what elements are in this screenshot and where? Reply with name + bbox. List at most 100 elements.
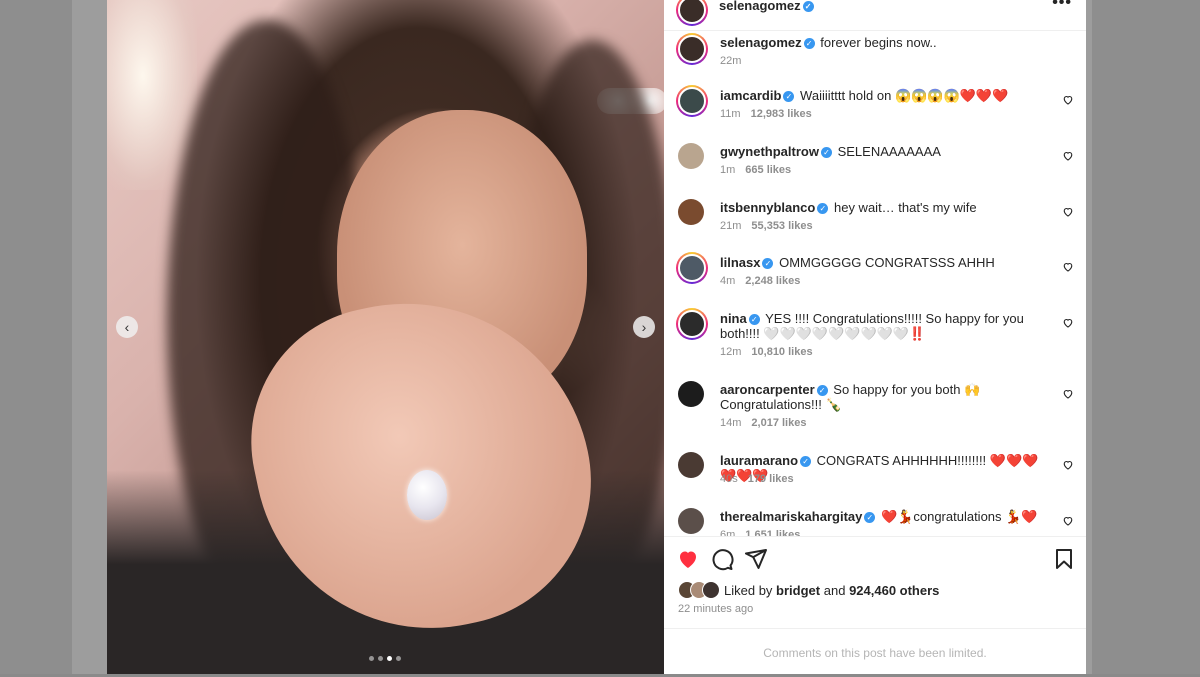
commenter-username[interactable]: aaroncarpenter <box>720 382 815 397</box>
caption-avatar[interactable] <box>676 33 708 65</box>
comment-likes[interactable]: 2,017 likes <box>751 417 806 429</box>
author-avatar[interactable] <box>676 0 708 26</box>
commenter-avatar-image <box>678 452 704 478</box>
commenter-username[interactable]: therealmariskahargitay <box>720 509 862 524</box>
share-icon[interactable] <box>744 547 768 571</box>
verified-badge-icon: ✓ <box>803 38 815 49</box>
author-username-header[interactable]: selenagomez ✓ <box>719 0 816 13</box>
liker-avatar <box>702 581 720 599</box>
verified-badge-icon: ✓ <box>783 91 795 102</box>
comment-like-heart-icon[interactable] <box>1062 150 1074 162</box>
verified-badge-icon: ✓ <box>817 203 829 214</box>
caption-avatar-image <box>678 35 706 63</box>
comment-body: OMMGGGGG CONGRATSSS AHHH <box>779 255 995 270</box>
comment-icon[interactable] <box>710 547 734 571</box>
comment-time[interactable]: 14m <box>720 417 741 429</box>
verified-badge-icon: ✓ <box>762 258 774 269</box>
commenter-username[interactable]: iamcardib <box>720 88 781 103</box>
slide-dot <box>378 656 383 661</box>
comment-text: iamcardib ✓ Waiiiitttt hold on 😱😱😱😱❤️❤️❤️ <box>720 88 1050 103</box>
post-side-panel: selenagomez ✓ ••• selenagomez ✓ forever be… <box>664 0 1086 674</box>
commenter-avatar[interactable] <box>678 199 704 225</box>
comment-like-heart-icon[interactable] <box>1062 94 1074 106</box>
comment-likes[interactable]: 2,248 likes <box>745 275 800 287</box>
commenter-avatar-image <box>678 143 704 169</box>
commenter-avatar[interactable] <box>676 308 708 340</box>
bookmark-icon[interactable] <box>1052 547 1076 571</box>
liked-by-label: Liked by <box>724 582 773 598</box>
comment-like-heart-icon[interactable] <box>1062 317 1074 329</box>
liked-by-user[interactable]: bridget <box>776 583 820 598</box>
comment-like-heart-icon[interactable] <box>1062 388 1074 400</box>
commenter-avatar[interactable] <box>678 508 704 534</box>
comment-body: Waiiiitttt hold on 😱😱😱😱❤️❤️❤️ <box>800 88 1009 103</box>
verified-badge-icon: ✓ <box>800 456 812 467</box>
comment-like-heart-icon[interactable] <box>1062 515 1074 527</box>
comment-like-heart-icon[interactable] <box>1062 459 1074 471</box>
comment-time[interactable]: 4m <box>720 275 735 287</box>
comment-text: nina ✓ YES !!!! Congratulations!!!!! So h… <box>720 311 1050 341</box>
verified-badge-icon: ✓ <box>748 314 760 325</box>
commenter-username[interactable]: lauramarano <box>720 453 798 468</box>
commenter-username[interactable]: nina <box>720 311 747 326</box>
author-username-text[interactable]: selenagomez <box>719 0 801 13</box>
author-avatar-image <box>678 0 706 24</box>
caption-body: forever begins now.. <box>820 35 937 50</box>
next-slide-button[interactable]: › <box>633 316 655 338</box>
verified-badge-icon: ✓ <box>816 385 828 396</box>
previous-slide-button[interactable]: ‹ <box>116 316 138 338</box>
commenter-username[interactable]: itsbennyblanco <box>720 200 815 215</box>
comment-likes[interactable]: 665 likes <box>745 164 791 176</box>
comment-like-heart-icon[interactable] <box>1062 261 1074 273</box>
comment-time[interactable]: 11m <box>720 108 741 120</box>
commenter-avatar-image <box>678 310 706 338</box>
commenter-username[interactable]: gwynethpaltrow <box>720 144 819 159</box>
comment-likes[interactable]: 55,353 likes <box>751 220 812 232</box>
commenter-avatar-image <box>678 508 704 534</box>
comment-time[interactable]: 40s <box>720 473 738 485</box>
comment-meta: 40s 179 likes <box>720 473 794 485</box>
comment-likes[interactable]: 10,810 likes <box>751 346 812 358</box>
comments-list[interactable]: selenagomez ✓ forever begins now.. 22m ia… <box>664 30 1086 536</box>
liked-others-count[interactable]: 924,460 others <box>849 583 939 598</box>
comment-body: YES !!!! Congratulations!!!!! So happy f… <box>720 311 1024 341</box>
comment-time[interactable]: 21m <box>720 220 741 232</box>
commenter-avatar[interactable] <box>678 143 704 169</box>
comment-like-heart-icon[interactable] <box>1062 206 1074 218</box>
commenter-avatar[interactable] <box>678 452 704 478</box>
comment-likes[interactable]: 179 likes <box>748 473 794 485</box>
commenter-avatar[interactable] <box>676 252 708 284</box>
comment-meta: 4m 2,248 likes <box>720 275 800 287</box>
slide-dot <box>396 656 401 661</box>
heart-icon[interactable] <box>676 547 700 571</box>
comment-time[interactable]: 12m <box>720 346 741 358</box>
commenter-username[interactable]: lilnasx <box>720 255 760 270</box>
caption-time[interactable]: 22m <box>720 55 741 67</box>
comment-text: itsbennyblanco ✓ hey wait… that's my wife <box>720 200 1050 215</box>
comment-meta: 11m 12,983 likes <box>720 108 812 120</box>
slide-dot-active <box>387 656 392 661</box>
caption-username[interactable]: selenagomez <box>720 35 802 50</box>
comment-time[interactable]: 6m <box>720 529 735 536</box>
photo-engagement-ring <box>407 470 447 520</box>
post-time-ago[interactable]: 22 minutes ago <box>678 603 753 615</box>
commenter-avatar-image <box>678 254 706 282</box>
comment-text: therealmariskahargitay ✓ ❤️💃congratulatio… <box>720 509 1050 524</box>
verified-badge-icon: ✓ <box>864 512 876 523</box>
likes-summary: Liked by bridget and 924,460 others <box>678 581 939 599</box>
comment-text: aaroncarpenter ✓ So happy for you both 🙌 … <box>720 382 1050 412</box>
comment-likes[interactable]: 1,651 likes <box>745 529 800 536</box>
comment-meta: 21m 55,353 likes <box>720 220 813 232</box>
commenter-avatar[interactable] <box>676 85 708 117</box>
caption-text: selenagomez ✓ forever begins now.. <box>720 35 1050 50</box>
comments-limited-notice: Comments on this post have been limited. <box>664 628 1086 675</box>
more-options-icon[interactable]: ••• <box>1052 0 1072 12</box>
liked-and-label: and <box>823 582 846 598</box>
post-header: selenagomez ✓ ••• <box>664 0 1086 31</box>
comment-text: gwynethpaltrow ✓ SELENAAAAAAA <box>720 144 1050 159</box>
likers-avatars[interactable] <box>678 581 722 599</box>
comment-time[interactable]: 1m <box>720 164 735 176</box>
commenter-avatar[interactable] <box>678 381 704 407</box>
slide-indicator <box>369 656 401 661</box>
comment-likes[interactable]: 12,983 likes <box>751 108 812 120</box>
